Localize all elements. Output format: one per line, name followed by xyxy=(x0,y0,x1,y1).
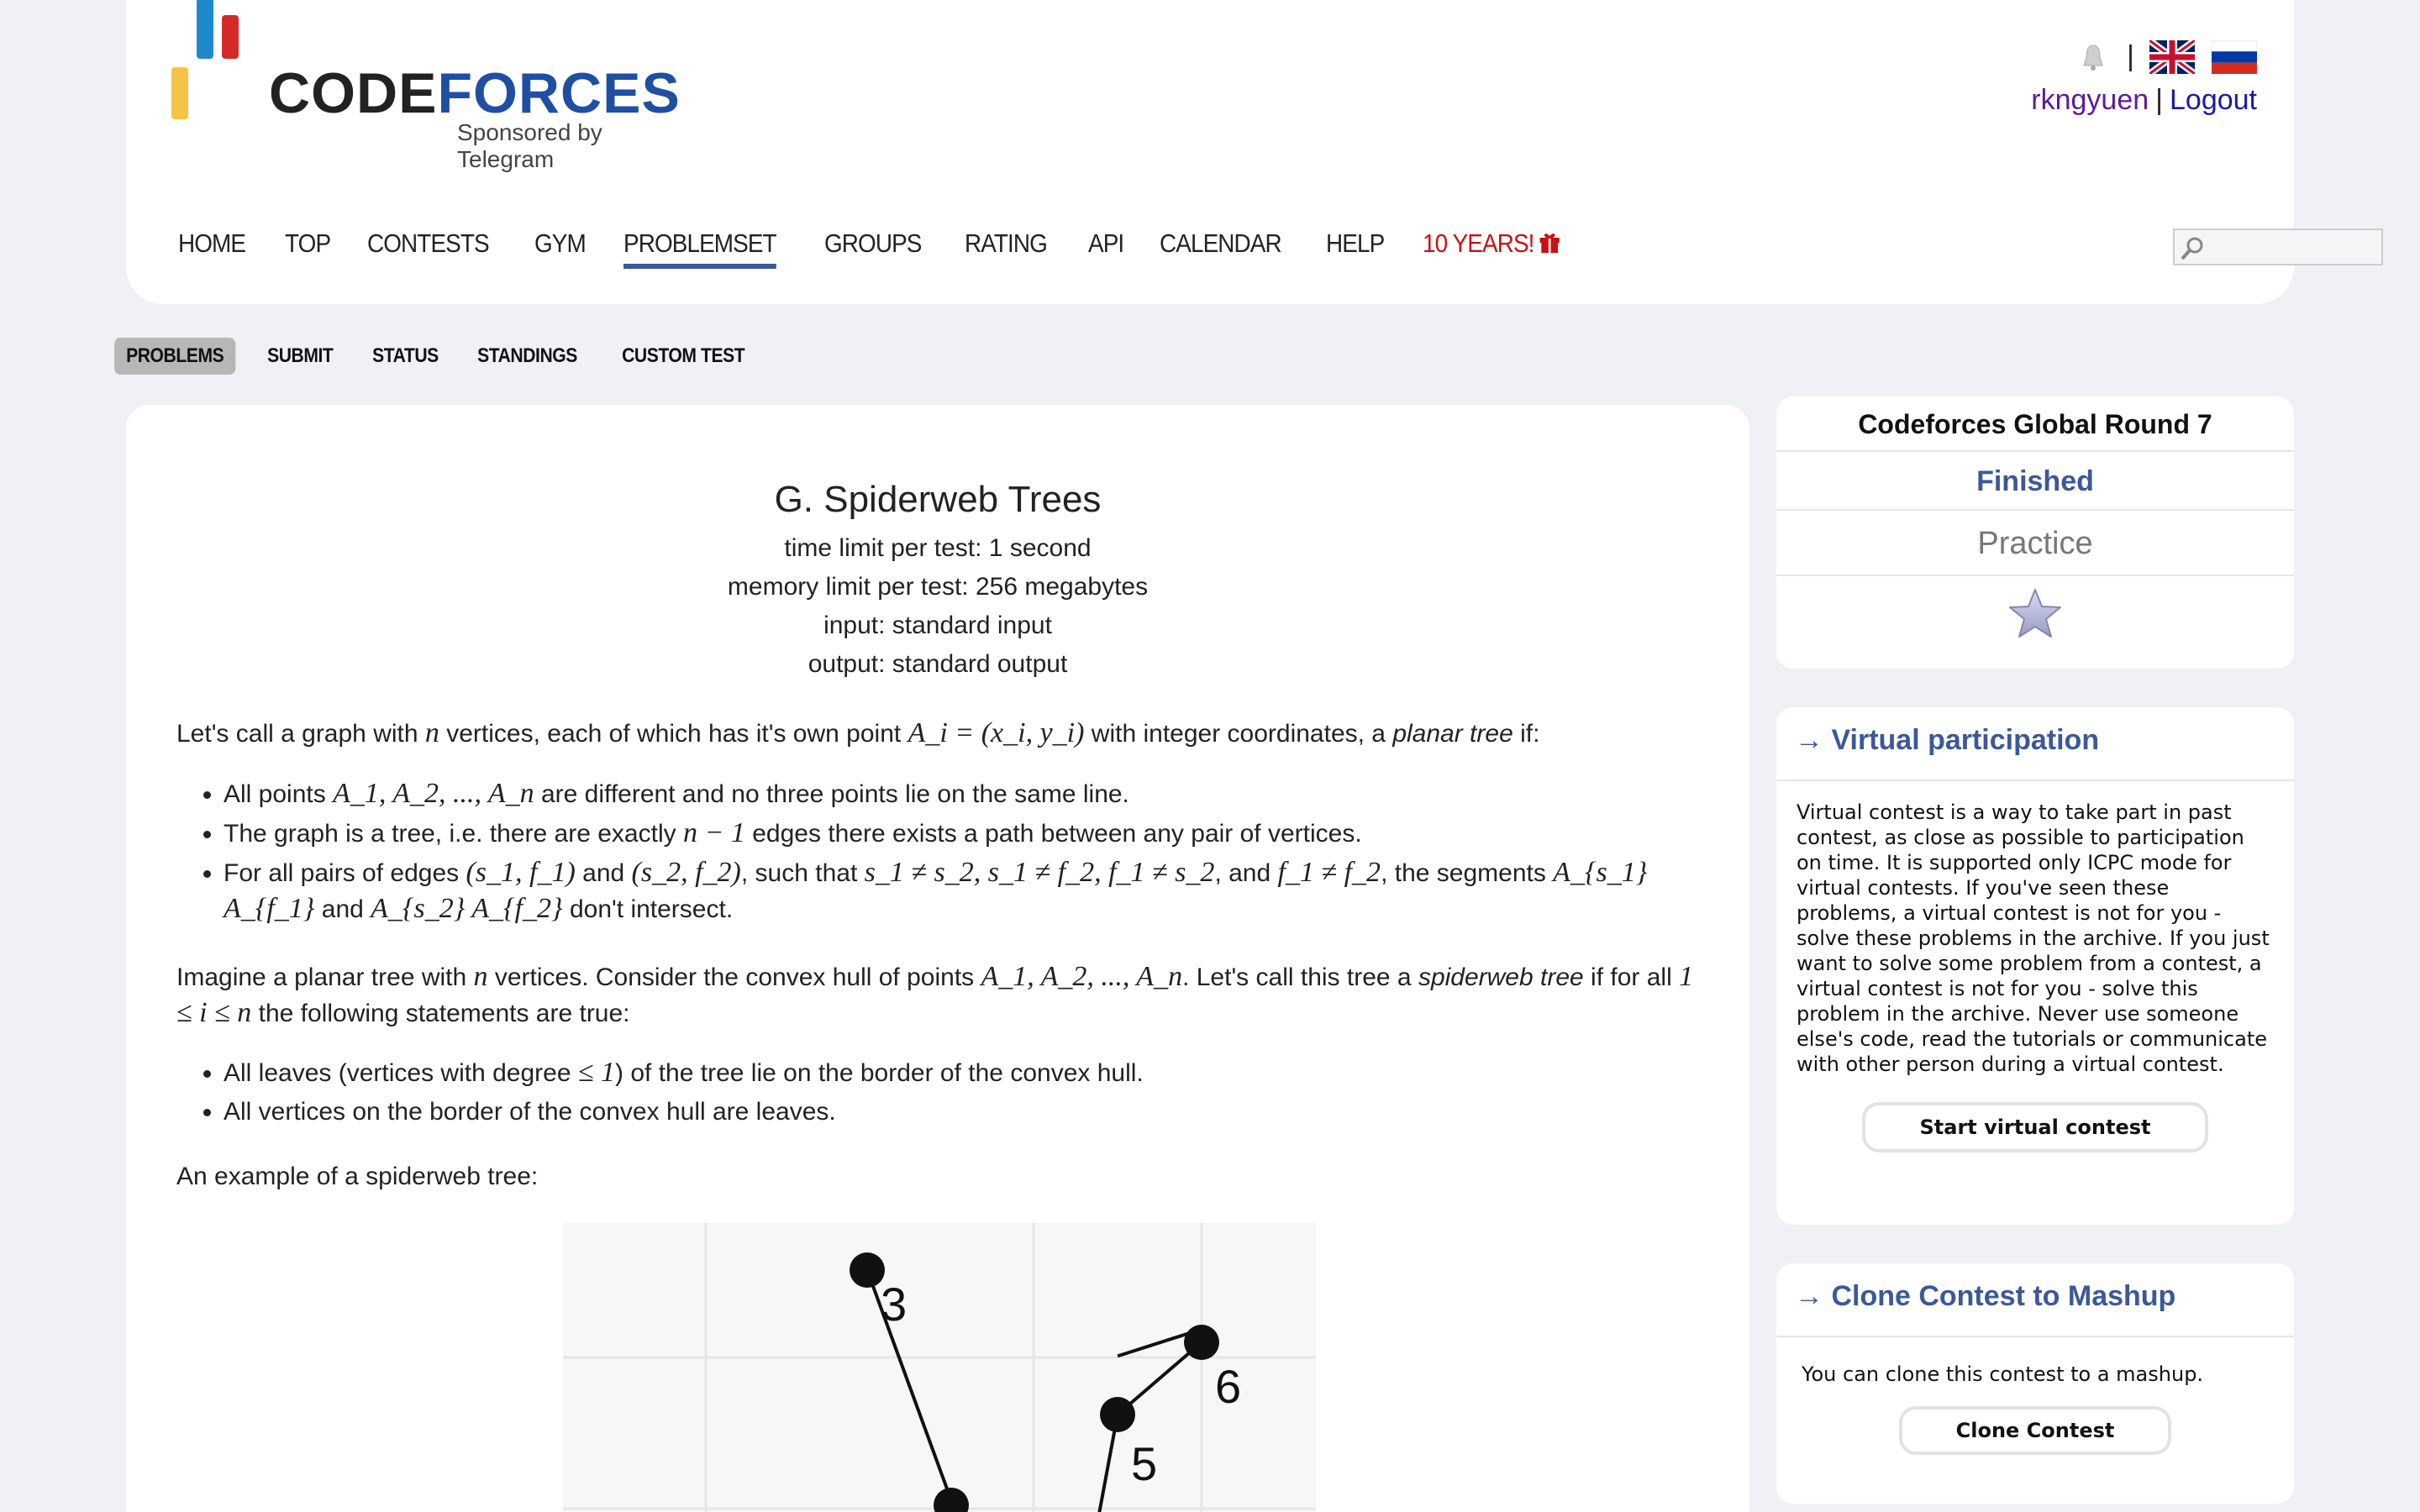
tab-standings[interactable]: STANDINGS xyxy=(466,338,589,375)
user-link-separator: | xyxy=(2155,84,2163,116)
statement-paragraph-2: Imagine a planar tree with n vertices. C… xyxy=(176,961,1694,1028)
virtual-participation-title: → Virtual participation xyxy=(1776,707,2294,781)
spiderweb-tree-figure: 3 6 5 xyxy=(563,1223,1316,1512)
virtual-participation-box: → Virtual participation Virtual contest … xyxy=(1776,707,2294,1225)
gift-icon xyxy=(1539,234,1560,253)
output-spec: output: standard output xyxy=(808,650,1068,678)
contest-info-box: Codeforces Global Round 7 Finished Pract… xyxy=(1776,396,2294,669)
tab-submit[interactable]: SUBMIT xyxy=(255,338,345,375)
start-virtual-contest-button[interactable]: Start virtual contest xyxy=(1862,1102,2208,1152)
memory-limit: memory limit per test: 256 megabytes xyxy=(727,573,1149,601)
tab-custom-test[interactable]: CUSTOM TEST xyxy=(610,338,756,375)
tab-status[interactable]: STATUS xyxy=(360,338,450,375)
tree-node xyxy=(1184,1325,1219,1360)
node-label: 6 xyxy=(1215,1360,1241,1413)
icon-separator: | xyxy=(2127,40,2134,72)
spiderweb-conditions: All leaves (vertices with degree ≤ 1) of… xyxy=(176,1055,1714,1133)
tree-diagram: 3 6 5 xyxy=(563,1223,1316,1512)
clone-contest-title: → Clone Contest to Mashup xyxy=(1776,1263,2294,1337)
codeforces-logo[interactable]: Codeforces Sponsored by Telegram xyxy=(171,0,684,172)
menu-contests[interactable]: CONTESTS xyxy=(367,228,490,269)
menu-groups[interactable]: GROUPS xyxy=(824,228,922,269)
tab-problems[interactable]: PROBLEMS xyxy=(114,338,236,375)
ru-flag-icon[interactable] xyxy=(2212,40,2257,74)
list-item: The graph is a tree, i.e. there are exac… xyxy=(224,816,1714,852)
clone-contest-box: → Clone Contest to Mashup You can clone … xyxy=(1776,1263,2294,1504)
user-area: | rkngyuen | Logout xyxy=(1921,39,2257,117)
favourite-row xyxy=(1776,576,2294,667)
logo-text-part2: forces xyxy=(437,61,681,125)
tree-node xyxy=(1100,1397,1135,1432)
site-header: Codeforces Sponsored by Telegram | xyxy=(126,0,2383,304)
bell-icon[interactable] xyxy=(2079,42,2107,72)
time-limit: time limit per test: 1 second xyxy=(784,534,1092,562)
problemset-submenu: PROBLEMS SUBMIT STATUS STANDINGS CUSTOM … xyxy=(114,338,780,375)
virtual-participation-text: Virtual contest is a way to take part in… xyxy=(1797,801,2270,1076)
menu-problemset[interactable]: PROBLEMSET xyxy=(623,228,776,269)
logo-text: Codeforces xyxy=(269,60,681,126)
list-item: For all pairs of edges (s_1, f_1) and (s… xyxy=(224,855,1714,927)
logo-text-part1: Code xyxy=(269,61,438,125)
clone-contest-text: You can clone this contest to a mashup. xyxy=(1802,1362,2204,1386)
contest-status: Finished xyxy=(1776,452,2294,511)
menu-gym[interactable]: GYM xyxy=(534,228,587,269)
uk-flag-icon[interactable] xyxy=(2149,40,2195,74)
contest-mode: Practice xyxy=(1776,511,2294,576)
menu-home[interactable]: HOME xyxy=(178,228,246,269)
username-link[interactable]: rkngyuen xyxy=(2031,84,2149,116)
main-menu: HOME TOP CONTESTS GYM PROBLEMSET GROUPS … xyxy=(178,228,1607,269)
logo-tagline: Sponsored by Telegram xyxy=(457,119,602,172)
tree-node xyxy=(850,1252,885,1288)
statement-paragraph-3: An example of a spiderweb tree: xyxy=(176,1163,539,1190)
search-icon xyxy=(2181,237,2203,260)
list-item: All leaves (vertices with degree ≤ 1) of… xyxy=(224,1055,1714,1091)
logout-link[interactable]: Logout xyxy=(2170,84,2257,116)
node-label: 3 xyxy=(881,1278,907,1331)
list-item: All points A_1, A_2, ..., A_n are differ… xyxy=(224,776,1714,812)
problem-limits: time limit per test: 1 second memory lim… xyxy=(126,529,1749,684)
problem-statement: G. Spiderweb Trees time limit per test: … xyxy=(126,405,1749,1512)
contest-name-link[interactable]: Codeforces Global Round 7 xyxy=(1776,396,2294,452)
input-spec: input: standard input xyxy=(823,612,1052,639)
menu-10-years-label: 10 YEARS! xyxy=(1423,228,1534,258)
tree-node xyxy=(934,1488,969,1512)
problem-title: G. Spiderweb Trees xyxy=(774,479,1102,520)
menu-10-years[interactable]: 10 YEARS! xyxy=(1423,228,1560,269)
menu-top[interactable]: TOP xyxy=(285,228,331,269)
menu-rating[interactable]: RATING xyxy=(965,228,1048,269)
search-input[interactable] xyxy=(2173,228,2383,265)
node-label: 5 xyxy=(1131,1437,1157,1490)
statement-paragraph-1: Let's call a graph with n vertices, each… xyxy=(176,717,1540,748)
menu-help[interactable]: HELP xyxy=(1326,228,1385,269)
clone-contest-button[interactable]: Clone Contest xyxy=(1899,1406,2171,1455)
star-icon[interactable] xyxy=(2007,586,2064,640)
planar-tree-conditions: All points A_1, A_2, ..., A_n are differ… xyxy=(176,776,1714,931)
list-item: All vertices on the border of the convex… xyxy=(224,1095,1714,1130)
menu-api[interactable]: API xyxy=(1088,228,1124,269)
menu-calendar[interactable]: CALENDAR xyxy=(1160,228,1282,269)
